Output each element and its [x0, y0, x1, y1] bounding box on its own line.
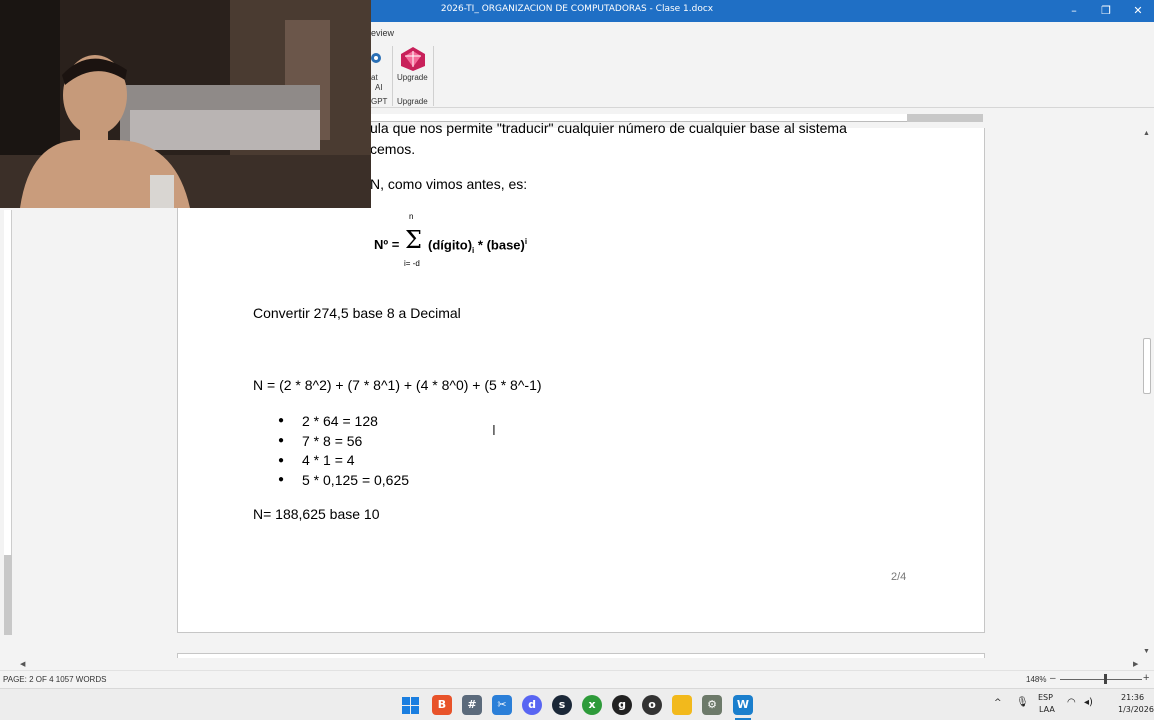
- bullet-icon: ●: [278, 474, 285, 486]
- chevron-up-icon[interactable]: ^: [994, 698, 1002, 708]
- bullet-icon: ●: [278, 435, 285, 447]
- bullet-list: ● 2 * 64 = 128 ● 7 * 8 = 56 ● 4 * 1 = 4 ● 5 …: [278, 411, 409, 490]
- calculator-icon[interactable]: #: [462, 695, 482, 715]
- summation-formula: Nº = n Σ i= -d (dígito)i * (base)i: [374, 208, 574, 272]
- page-word-count[interactable]: PAGE: 2 OF 4 1057 WORDS: [3, 675, 106, 684]
- upgrade-group-label: Upgrade: [397, 97, 428, 106]
- language-code[interactable]: ESP: [1038, 693, 1053, 702]
- tab-review[interactable]: eview: [371, 28, 394, 38]
- formula-lhs: Nº =: [374, 237, 400, 252]
- formula-lower-limit: i= -d: [404, 259, 420, 268]
- zoom-slider[interactable]: [1060, 679, 1142, 680]
- expansion-formula: N = (2 * 8^2) + (7 * 8^1) + (4 * 8^0) + …: [253, 377, 542, 393]
- close-button[interactable]: ✕: [1122, 0, 1154, 22]
- list-item: ● 5 * 0,125 = 0,625: [278, 471, 410, 488]
- keyboard-layout[interactable]: LAA: [1039, 705, 1055, 714]
- snipping-icon[interactable]: ✂: [492, 695, 512, 715]
- scroll-right-icon[interactable]: ▶: [1133, 660, 1138, 668]
- formula-upper-limit: n: [409, 212, 414, 221]
- writer-icon[interactable]: W: [733, 695, 753, 715]
- list-item: ● 4 * 1 = 4: [278, 452, 355, 469]
- clock-time[interactable]: 21:36: [1121, 693, 1144, 702]
- upgrade-icon[interactable]: [400, 46, 426, 72]
- brave-icon[interactable]: B: [432, 695, 452, 715]
- file-explorer-icon[interactable]: [672, 695, 692, 715]
- discord-icon[interactable]: d: [522, 695, 542, 715]
- webcam-feed-image: [0, 0, 371, 208]
- doc-line: cemos.: [370, 141, 416, 157]
- zoom-slider-thumb[interactable]: [1104, 674, 1108, 684]
- steam-icon[interactable]: s: [552, 695, 572, 715]
- github-icon[interactable]: g: [612, 695, 632, 715]
- chat-group-label: GPT: [371, 97, 388, 106]
- settings-icon[interactable]: ⚙: [702, 695, 722, 715]
- webcam-overlay: [0, 0, 371, 208]
- doc-line: N, como vimos antes, es:: [370, 176, 528, 192]
- chatgpt-icon[interactable]: [370, 52, 382, 64]
- page-number: 2/4: [891, 571, 907, 583]
- wifi-icon[interactable]: ◠: [1067, 697, 1076, 708]
- horizontal-scrollbar[interactable]: ◀ ▶: [0, 658, 1154, 670]
- restore-button[interactable]: ❐: [1090, 0, 1122, 22]
- minimize-button[interactable]: –: [1058, 0, 1090, 22]
- ribbon-divider: [392, 46, 393, 106]
- list-item: ● 2 * 64 = 128: [278, 412, 378, 429]
- zoom-out-button[interactable]: –: [1050, 673, 1056, 684]
- zoom-level[interactable]: 148%: [1026, 675, 1046, 684]
- zoom-in-button[interactable]: +: [1143, 672, 1149, 684]
- volume-icon[interactable]: ◂): [1084, 697, 1093, 708]
- taskbar: B # ✂ d s x g o ⚙ W ^ 🎙 ESP LAA ◠ ◂) 21:…: [0, 688, 1154, 720]
- list-item: ● 7 * 8 = 56: [278, 432, 363, 449]
- scrollbar-thumb[interactable]: [1143, 338, 1151, 394]
- convert-statement: Convertir 274,5 base 8 a Decimal: [253, 305, 461, 321]
- scroll-left-icon[interactable]: ◀: [20, 660, 25, 668]
- doc-line: ula que nos permite "traducir" cualquier…: [370, 120, 847, 136]
- result-line: N= 188,625 base 10: [253, 506, 380, 522]
- text-cursor-icon: I: [492, 424, 496, 439]
- scroll-down-icon[interactable]: ▼: [1143, 648, 1150, 655]
- upgrade-button[interactable]: Upgrade: [397, 73, 428, 82]
- sigma-icon: Σ: [405, 226, 422, 254]
- chat-label-1: at: [371, 73, 378, 82]
- ribbon-divider: [433, 46, 434, 106]
- xbox-icon[interactable]: x: [582, 695, 602, 715]
- bullet-icon: ●: [278, 454, 285, 466]
- chat-label-2: AI: [375, 83, 383, 92]
- obs-icon[interactable]: o: [642, 695, 662, 715]
- scroll-up-icon[interactable]: ▲: [1143, 130, 1150, 137]
- clock-date[interactable]: 1/3/2026: [1118, 705, 1154, 714]
- vertical-scrollbar[interactable]: ▲ ▼: [1140, 128, 1154, 658]
- bullet-icon: ●: [278, 415, 285, 427]
- formula-body: (dígito)i * (base)i: [428, 237, 528, 255]
- vertical-ruler-margin: [4, 555, 12, 635]
- status-bar: PAGE: 2 OF 4 1057 WORDS 148% – +: [0, 670, 1154, 688]
- ruler-margin: [907, 114, 983, 122]
- microphone-icon[interactable]: 🎙: [1016, 697, 1029, 708]
- windows-icon[interactable]: [402, 697, 419, 714]
